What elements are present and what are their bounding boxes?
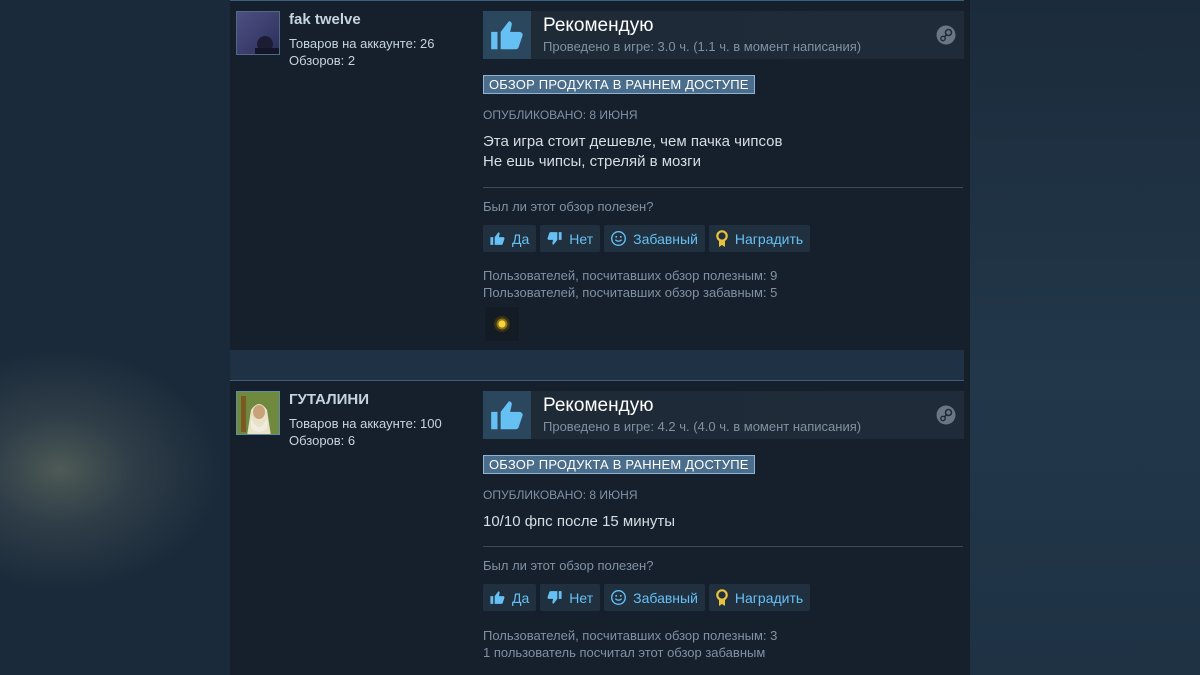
thumbs-up-icon bbox=[483, 391, 531, 439]
vote-no-button[interactable]: Нет bbox=[540, 584, 601, 611]
vote-yes-button[interactable]: Да bbox=[483, 584, 537, 611]
funny-count: Пользователей, посчитавших обзор забавны… bbox=[483, 285, 778, 300]
user-products-count[interactable]: Товаров на аккаунте: 100 bbox=[289, 416, 442, 431]
user-products-count[interactable]: Товаров на аккаунте: 26 bbox=[289, 36, 435, 51]
smiley-icon bbox=[611, 231, 627, 246]
vote-yes-label: Да bbox=[512, 230, 530, 247]
user-reviews-count[interactable]: Обзоров: 2 bbox=[289, 53, 355, 68]
rating-buttons: Да Нет Забавный Наградить bbox=[483, 225, 811, 252]
divider bbox=[483, 546, 963, 547]
vote-yes-button[interactable]: Да bbox=[483, 225, 537, 252]
helpful-count: Пользователей, посчитавших обзор полезны… bbox=[483, 268, 778, 283]
vote-funny-button[interactable]: Забавный bbox=[604, 584, 705, 611]
review-card: fak twelve Товаров на аккаунте: 26 Обзор… bbox=[230, 0, 964, 350]
award-button[interactable]: Наградить bbox=[708, 225, 811, 252]
helpful-count: Пользователей, посчитавших обзор полезны… bbox=[483, 628, 778, 643]
background-right bbox=[964, 0, 1200, 675]
award-ribbon-icon bbox=[716, 229, 728, 247]
funny-count: 1 пользователь посчитал этот обзор забав… bbox=[483, 645, 766, 660]
avatar[interactable] bbox=[236, 11, 280, 55]
vote-yes-label: Да bbox=[512, 589, 530, 606]
review-verdict: Рекомендую bbox=[543, 395, 654, 416]
smiley-icon bbox=[611, 590, 627, 605]
steam-icon bbox=[936, 25, 956, 45]
award-reaction[interactable] bbox=[485, 307, 519, 341]
review-text-line: Не ешь чипсы, стреляй в мозги bbox=[483, 153, 701, 170]
steam-icon bbox=[936, 405, 956, 425]
early-access-badge: ОБЗОР ПРОДУКТА В РАННЕМ ДОСТУПЕ bbox=[483, 75, 755, 94]
award-button[interactable]: Наградить bbox=[708, 584, 811, 611]
thumbs-up-icon bbox=[483, 11, 531, 59]
thumbs-down-icon bbox=[547, 591, 562, 604]
vote-funny-label: Забавный bbox=[633, 230, 698, 247]
posted-date: ОПУБЛИКОВАНО: 8 ИЮНЯ bbox=[483, 108, 638, 122]
posted-date: ОПУБЛИКОВАНО: 8 ИЮНЯ bbox=[483, 488, 638, 502]
helpful-question: Был ли этот обзор полезен? bbox=[483, 558, 654, 573]
avatar[interactable] bbox=[236, 391, 280, 435]
playtime: Проведено в игре: 3.0 ч. (1.1 ч. в момен… bbox=[543, 39, 862, 54]
helpful-question: Был ли этот обзор полезен? bbox=[483, 199, 654, 214]
review-card: ГУТАЛИНИ Товаров на аккаунте: 100 Обзоро… bbox=[230, 380, 964, 675]
award-coin-icon bbox=[494, 316, 510, 332]
user-name[interactable]: ГУТАЛИНИ bbox=[289, 391, 369, 408]
vote-funny-label: Забавный bbox=[633, 589, 698, 606]
award-ribbon-icon bbox=[716, 588, 728, 606]
rating-buttons: Да Нет Забавный Наградить bbox=[483, 584, 811, 611]
review-text: Эта игра стоит дешевле, чем пачка чипсов… bbox=[483, 132, 782, 172]
vote-no-label: Нет bbox=[569, 230, 594, 247]
user-name[interactable]: fak twelve bbox=[289, 11, 361, 28]
thumbs-down-icon bbox=[547, 232, 562, 245]
vote-funny-button[interactable]: Забавный bbox=[604, 225, 705, 252]
background-left bbox=[0, 0, 230, 675]
review-text-line: Эта игра стоит дешевле, чем пачка чипсов bbox=[483, 133, 783, 150]
award-label: Наградить bbox=[734, 589, 804, 606]
thumbs-up-icon bbox=[490, 591, 505, 604]
award-label: Наградить bbox=[734, 230, 804, 247]
review-text: 10/10 фпс после 15 минуты bbox=[483, 512, 675, 532]
review-text-line: 10/10 фпс после 15 минуты bbox=[483, 513, 676, 530]
vote-no-button[interactable]: Нет bbox=[540, 225, 601, 252]
vote-no-label: Нет bbox=[569, 589, 594, 606]
vote-header[interactable]: Рекомендую Проведено в игре: 3.0 ч. (1.1… bbox=[483, 11, 964, 59]
playtime: Проведено в игре: 4.2 ч. (4.0 ч. в момен… bbox=[543, 419, 862, 434]
vote-header[interactable]: Рекомендую Проведено в игре: 4.2 ч. (4.0… bbox=[483, 391, 964, 439]
review-verdict: Рекомендую bbox=[543, 15, 654, 36]
divider bbox=[483, 187, 963, 188]
early-access-badge: ОБЗОР ПРОДУКТА В РАННЕМ ДОСТУПЕ bbox=[483, 455, 755, 474]
thumbs-up-icon bbox=[490, 232, 505, 245]
review-separator bbox=[230, 350, 964, 380]
user-reviews-count[interactable]: Обзоров: 6 bbox=[289, 433, 355, 448]
